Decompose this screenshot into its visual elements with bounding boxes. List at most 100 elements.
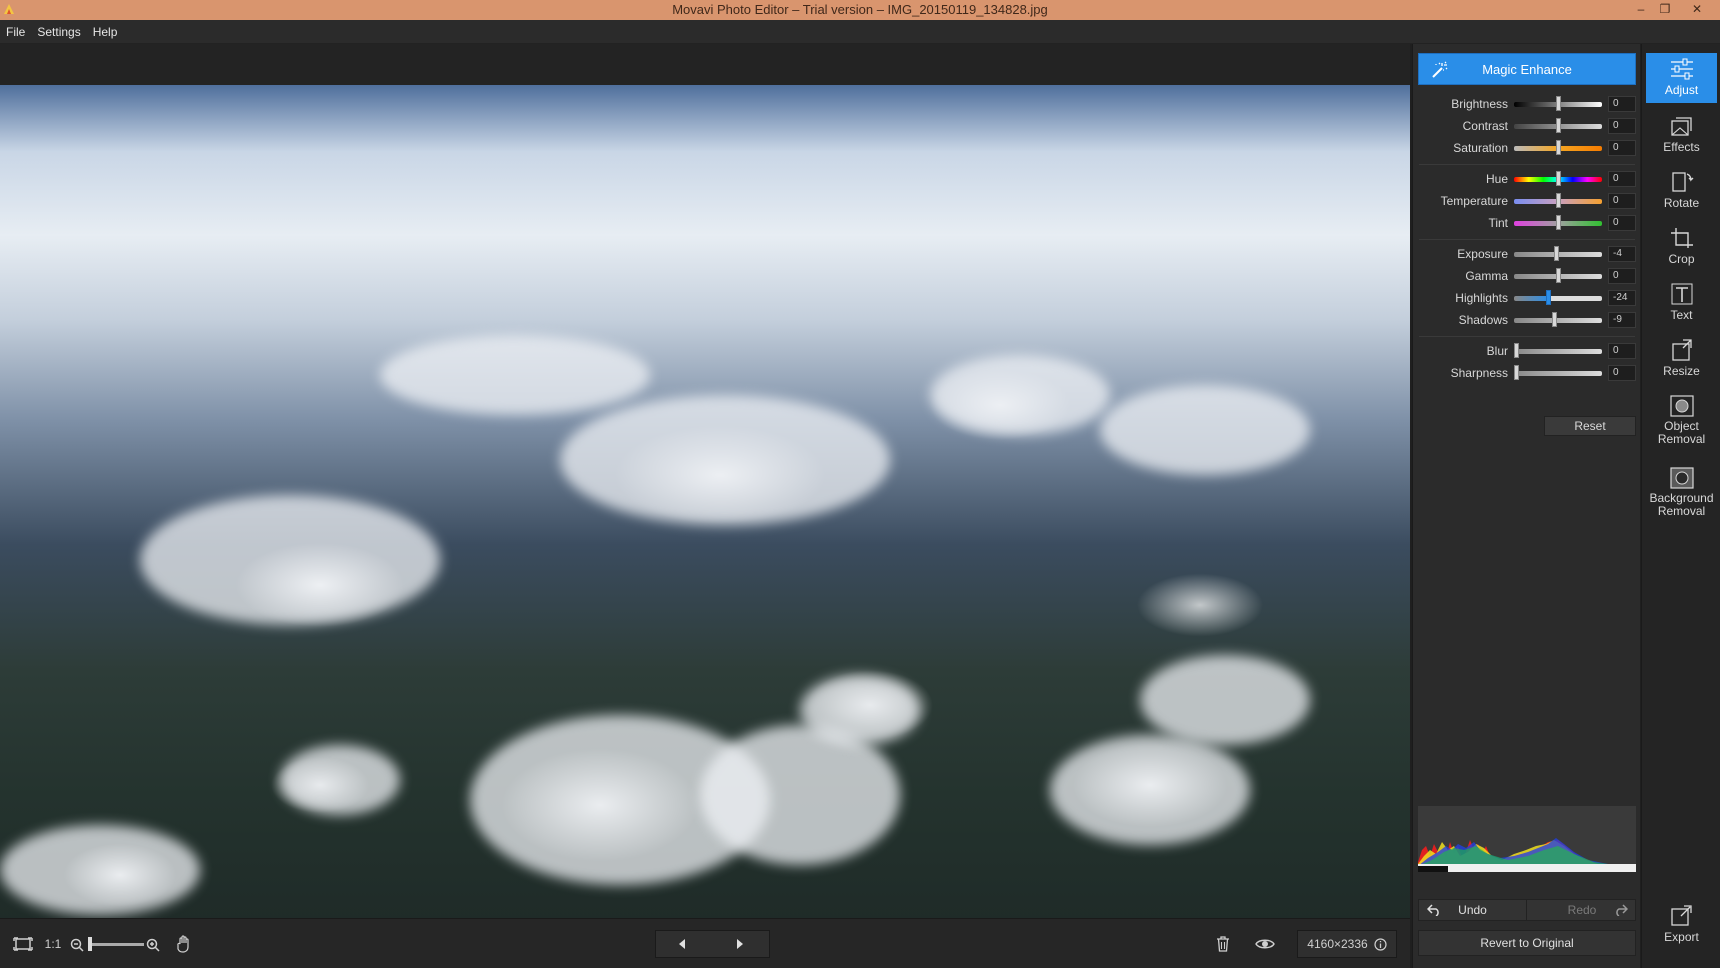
menu-help[interactable]: Help bbox=[87, 20, 124, 39]
hue-thumb[interactable] bbox=[1556, 171, 1561, 186]
sharpness-value[interactable]: 0 bbox=[1608, 365, 1636, 381]
undo-button[interactable]: Undo bbox=[1419, 900, 1527, 920]
brightness-thumb[interactable] bbox=[1556, 96, 1561, 111]
revert-to-original-button[interactable]: Revert to Original bbox=[1418, 930, 1636, 956]
saturation-label: Saturation bbox=[1453, 141, 1508, 155]
undo-icon bbox=[1427, 904, 1439, 916]
gamma-thumb[interactable] bbox=[1556, 268, 1561, 283]
magic-enhance-button[interactable]: Magic Enhance bbox=[1418, 53, 1636, 85]
sharpness-slider[interactable] bbox=[1514, 371, 1602, 376]
temperature-row: Temperature 0 bbox=[1413, 190, 1641, 212]
highlights-value[interactable]: -24 bbox=[1608, 290, 1636, 306]
title-bar: Movavi Photo Editor – Trial version – IM… bbox=[0, 0, 1720, 20]
hue-value[interactable]: 0 bbox=[1608, 171, 1636, 187]
contrast-label: Contrast bbox=[1462, 119, 1508, 133]
minimize-button[interactable]: – bbox=[1628, 0, 1654, 20]
tools-sidebar: Adjust Effects Rotate Crop Text Resize O… bbox=[1641, 44, 1720, 968]
background-removal-icon bbox=[1669, 467, 1694, 489]
shadows-slider[interactable] bbox=[1514, 318, 1602, 323]
tint-row: Tint 0 bbox=[1413, 212, 1641, 234]
bottom-toolbar: 1:1 4160×2336 bbox=[0, 918, 1410, 968]
canvas-area[interactable] bbox=[0, 44, 1410, 921]
zoom-slider-thumb[interactable] bbox=[88, 937, 92, 951]
tint-thumb[interactable] bbox=[1556, 215, 1561, 230]
tool-effects[interactable]: Effects bbox=[1646, 110, 1717, 160]
saturation-thumb[interactable] bbox=[1556, 140, 1561, 155]
photo-preview[interactable] bbox=[0, 85, 1410, 921]
temperature-thumb[interactable] bbox=[1556, 193, 1561, 208]
redo-button[interactable]: Redo bbox=[1528, 900, 1636, 920]
contrast-value[interactable]: 0 bbox=[1608, 118, 1636, 134]
redo-icon bbox=[1616, 904, 1628, 916]
blur-slider[interactable] bbox=[1514, 349, 1602, 354]
tint-value[interactable]: 0 bbox=[1608, 215, 1636, 231]
text-icon bbox=[1671, 283, 1692, 305]
preview-eye-icon[interactable] bbox=[1255, 937, 1275, 951]
menu-bar: File Settings Help bbox=[0, 20, 1720, 44]
tool-rotate[interactable]: Rotate bbox=[1646, 166, 1717, 216]
highlights-label: Highlights bbox=[1455, 291, 1508, 305]
tool-background-removal-label: Background Removal bbox=[1649, 491, 1714, 518]
menu-settings[interactable]: Settings bbox=[31, 20, 86, 39]
window-title: Movavi Photo Editor – Trial version – IM… bbox=[672, 2, 1048, 17]
zoom-out-icon[interactable] bbox=[70, 938, 84, 952]
blur-row: Blur 0 bbox=[1413, 340, 1641, 362]
next-image-icon[interactable] bbox=[734, 938, 746, 950]
contrast-thumb[interactable] bbox=[1556, 118, 1561, 133]
gamma-label: Gamma bbox=[1465, 269, 1508, 283]
brightness-value[interactable]: 0 bbox=[1608, 96, 1636, 112]
reset-button[interactable]: Reset bbox=[1544, 416, 1636, 436]
magic-wand-icon bbox=[1432, 61, 1448, 78]
blur-value[interactable]: 0 bbox=[1608, 343, 1636, 359]
brightness-label: Brightness bbox=[1451, 97, 1508, 111]
shadows-row: Shadows -9 bbox=[1413, 309, 1641, 331]
resize-icon bbox=[1671, 339, 1692, 361]
shadows-value[interactable]: -9 bbox=[1608, 312, 1636, 328]
image-navigation bbox=[655, 930, 770, 958]
tool-effects-label: Effects bbox=[1663, 140, 1700, 154]
tool-adjust[interactable]: Adjust bbox=[1646, 53, 1717, 103]
tool-resize[interactable]: Resize bbox=[1646, 334, 1717, 384]
tool-background-removal[interactable]: Background Removal bbox=[1646, 462, 1717, 526]
exposure-value[interactable]: -4 bbox=[1608, 246, 1636, 262]
tool-text[interactable]: Text bbox=[1646, 278, 1717, 328]
gamma-row: Gamma 0 bbox=[1413, 265, 1641, 287]
actual-size-button[interactable]: 1:1 bbox=[40, 930, 66, 958]
tool-text-label: Text bbox=[1670, 308, 1693, 322]
highlights-slider[interactable] bbox=[1514, 296, 1602, 301]
shadows-label: Shadows bbox=[1458, 313, 1508, 327]
saturation-value[interactable]: 0 bbox=[1608, 140, 1636, 156]
tool-object-removal[interactable]: Object Removal bbox=[1646, 390, 1717, 454]
zoom-in-icon[interactable] bbox=[146, 938, 160, 952]
previous-image-icon[interactable] bbox=[676, 938, 688, 950]
fit-to-screen-button[interactable] bbox=[10, 930, 36, 958]
trash-icon[interactable] bbox=[1216, 936, 1230, 952]
undo-redo-group: Undo Redo bbox=[1418, 899, 1636, 921]
highlights-row: Highlights -24 bbox=[1413, 287, 1641, 309]
shadows-thumb[interactable] bbox=[1552, 312, 1557, 327]
tool-crop[interactable]: Crop bbox=[1646, 222, 1717, 272]
magic-enhance-label: Magic Enhance bbox=[1482, 61, 1572, 77]
info-icon[interactable] bbox=[1374, 937, 1387, 951]
redo-label: Redo bbox=[1567, 903, 1597, 917]
contrast-row: Contrast 0 bbox=[1413, 115, 1641, 137]
dimensions-text: 4160×2336 bbox=[1307, 937, 1368, 951]
menu-file[interactable]: File bbox=[0, 20, 31, 39]
blur-thumb[interactable] bbox=[1514, 343, 1519, 358]
tool-object-removal-label: Object Removal bbox=[1657, 419, 1706, 446]
sharpness-thumb[interactable] bbox=[1514, 365, 1519, 380]
tool-export[interactable]: Export bbox=[1646, 898, 1717, 956]
rotate-icon bbox=[1671, 172, 1693, 192]
temperature-value[interactable]: 0 bbox=[1608, 193, 1636, 209]
separator bbox=[1419, 239, 1635, 240]
close-button[interactable]: ✕ bbox=[1684, 0, 1710, 20]
maximize-button[interactable]: ❐ bbox=[1652, 0, 1678, 20]
zoom-slider-track[interactable] bbox=[88, 943, 144, 946]
object-removal-icon bbox=[1669, 395, 1694, 417]
highlights-thumb[interactable] bbox=[1546, 290, 1551, 305]
hand-pan-icon[interactable] bbox=[176, 935, 192, 953]
saturation-row: Saturation 0 bbox=[1413, 137, 1641, 159]
exposure-thumb[interactable] bbox=[1554, 246, 1559, 261]
temperature-label: Temperature bbox=[1440, 194, 1508, 208]
gamma-value[interactable]: 0 bbox=[1608, 268, 1636, 284]
